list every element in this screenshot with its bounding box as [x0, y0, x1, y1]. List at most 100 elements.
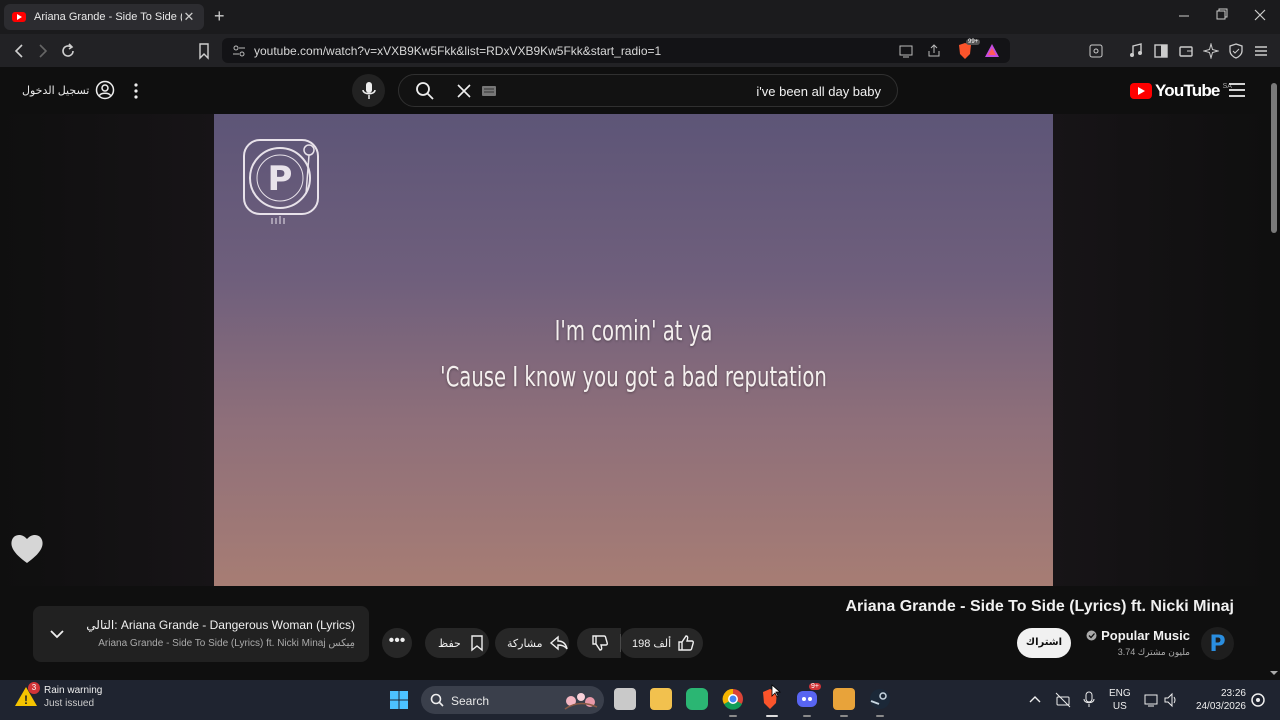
- browser-menu-icon[interactable]: [1253, 43, 1269, 59]
- windows-taskbar: ! 3 Rain warning Just issued Search 9+ E…: [0, 680, 1280, 720]
- keyboard-icon[interactable]: [481, 85, 497, 97]
- video-player[interactable]: P I'm comin' at ya 'Cause I know you got…: [214, 114, 1053, 586]
- network-off-icon[interactable]: [1055, 692, 1071, 708]
- rewards-triangle-icon: [985, 44, 999, 57]
- clock-time: 23:26: [1220, 688, 1246, 699]
- youtube-favicon-icon: [12, 12, 26, 22]
- brave-shields-button[interactable]: 99+: [956, 39, 981, 60]
- scrollbar-thumb[interactable]: [1271, 83, 1277, 233]
- new-tab-button[interactable]: +: [214, 6, 225, 27]
- more-actions-button[interactable]: •••: [382, 628, 412, 658]
- account-circle-icon: [96, 80, 115, 100]
- search-icon[interactable]: [415, 81, 435, 101]
- tab-close-button[interactable]: ✕: [182, 9, 196, 25]
- forward-button[interactable]: [33, 41, 53, 61]
- save-label: حفظ: [438, 637, 461, 650]
- youtube-logo[interactable]: YouTube SA: [1130, 81, 1232, 101]
- verified-check-icon: [1086, 630, 1097, 641]
- page-scrollbar[interactable]: [1268, 67, 1280, 679]
- youtube-play-icon: [1130, 83, 1152, 99]
- sublime-text-icon[interactable]: [833, 688, 855, 710]
- vpn-shield-icon[interactable]: [1228, 43, 1244, 59]
- youtube-header: تسجيل الدخول i've been all day baby YouT…: [0, 67, 1280, 114]
- sign-in-button[interactable]: تسجيل الدخول: [22, 80, 115, 100]
- taskbar-search[interactable]: Search: [421, 686, 604, 714]
- scroll-down-arrow-icon[interactable]: [1268, 668, 1280, 678]
- heart-icon[interactable]: [9, 532, 45, 566]
- brave-rewards-button[interactable]: [984, 43, 1000, 59]
- guide-menu-icon[interactable]: [1228, 82, 1246, 98]
- channel-avatar[interactable]: P: [1201, 627, 1234, 660]
- taskbar-search-label: Search: [451, 694, 490, 708]
- shields-badge: 99+: [966, 39, 981, 45]
- windows-start-icon[interactable]: [389, 690, 409, 710]
- bookmark-button[interactable]: [194, 41, 214, 61]
- music-icon[interactable]: [1128, 43, 1144, 59]
- share-label: مشاركة: [507, 637, 543, 650]
- save-button[interactable]: حفظ: [425, 628, 489, 658]
- android-studio-icon[interactable]: [686, 688, 708, 710]
- minimize-window-button[interactable]: [1172, 7, 1196, 23]
- svg-text:P: P: [268, 159, 293, 199]
- ambient-right: [1053, 114, 1268, 586]
- monitor-network-icon[interactable]: [1144, 692, 1160, 708]
- lyrics-line-1: I'm comin' at ya: [554, 314, 713, 347]
- share-button[interactable]: مشاركة: [495, 628, 569, 658]
- tray-microphone-icon[interactable]: [1083, 691, 1095, 709]
- dislike-button[interactable]: [577, 628, 621, 658]
- minimize-icon: [1179, 15, 1189, 17]
- discord-running-dot: [803, 715, 811, 717]
- cast-icon[interactable]: [898, 43, 914, 59]
- address-bar[interactable]: youtube.com/watch?v=xVXB9Kw5Fkk&list=RDx…: [222, 38, 1010, 63]
- like-button[interactable]: 198 ألف: [620, 628, 703, 658]
- voice-search-button[interactable]: [352, 74, 385, 107]
- discord-icon[interactable]: 9+: [796, 683, 821, 710]
- weather-title: Rain warning: [44, 685, 103, 696]
- search-input[interactable]: i've been all day baby: [756, 84, 881, 99]
- input-language[interactable]: ENG US: [1109, 687, 1131, 713]
- sidebar-panel-icon[interactable]: [1088, 43, 1104, 59]
- task-view-icon[interactable]: [614, 688, 636, 710]
- bookmark-save-icon: [471, 635, 483, 652]
- channel-name: Popular Music: [1101, 628, 1190, 643]
- reload-button[interactable]: [58, 41, 78, 61]
- restore-window-button[interactable]: [1210, 7, 1234, 23]
- file-explorer-icon[interactable]: [650, 688, 672, 710]
- weather-badge: 3: [28, 682, 40, 694]
- chrome-icon[interactable]: [722, 688, 744, 710]
- close-window-button[interactable]: [1248, 7, 1272, 23]
- chevron-down-icon[interactable]: [49, 626, 65, 642]
- share-arrow-icon: [549, 635, 568, 651]
- tray-chevron-up-icon[interactable]: [1029, 694, 1041, 704]
- tab-title: Ariana Grande - Side To Side (Lyrics: [34, 11, 182, 23]
- like-divider: [620, 634, 621, 652]
- close-icon: [1254, 9, 1266, 21]
- sublime-running-dot: [840, 715, 848, 717]
- mouse-cursor-icon: [771, 684, 781, 698]
- system-clock[interactable]: 23:26 24/03/2026: [1186, 687, 1246, 713]
- split-view-icon[interactable]: [1153, 43, 1169, 59]
- search-highlight-flowers-icon: [564, 693, 598, 710]
- region-code: US: [1112, 701, 1127, 712]
- like-count: 198 ألف: [632, 637, 672, 650]
- search-box[interactable]: i've been all day baby: [398, 74, 898, 107]
- subscribe-button[interactable]: اشتراك: [1017, 628, 1071, 658]
- wallet-icon[interactable]: [1178, 43, 1194, 59]
- volume-icon[interactable]: [1163, 692, 1179, 708]
- settings-more-icon[interactable]: [130, 81, 142, 101]
- clear-search-icon[interactable]: [457, 84, 471, 98]
- weather-subtitle: Just issued: [44, 698, 95, 709]
- youtube-wordmark: YouTube: [1155, 81, 1220, 100]
- leo-ai-icon[interactable]: [1203, 43, 1219, 59]
- reload-icon: [62, 43, 74, 57]
- notification-settings-icon[interactable]: [1250, 691, 1266, 709]
- back-button[interactable]: [9, 41, 29, 61]
- next-up-card[interactable]: التالي: Ariana Grande - Dangerous Woman …: [33, 606, 369, 662]
- weather-widget[interactable]: ! 3 Rain warning Just issued: [14, 682, 103, 710]
- browser-tab-active[interactable]: Ariana Grande - Side To Side (Lyrics ✕: [4, 4, 204, 30]
- sign-in-label: تسجيل الدخول: [22, 84, 90, 97]
- share-page-icon[interactable]: [926, 43, 942, 59]
- restore-icon: [1216, 8, 1228, 20]
- channel-name-row[interactable]: Popular Music: [1086, 628, 1190, 643]
- steam-icon[interactable]: [869, 688, 891, 710]
